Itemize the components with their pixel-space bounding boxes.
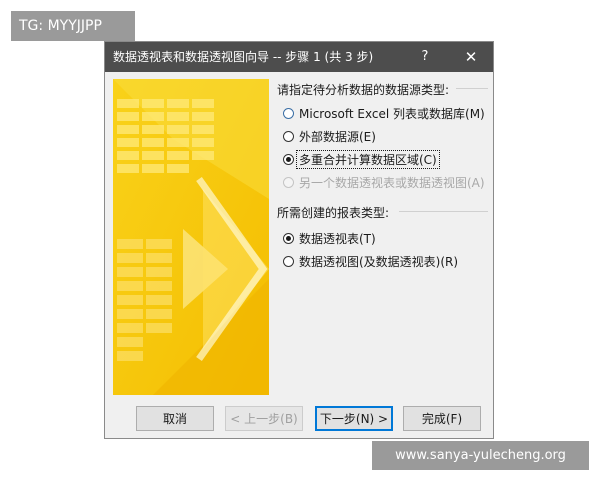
pivot-table-illustration-icon: [113, 79, 269, 395]
source-option-label: 另一个数据透视表或数据透视图(A): [299, 175, 485, 190]
dialog-title: 数据透视表和数据透视图向导 -- 步骤 1 (共 3 步): [113, 50, 374, 64]
source-option-another-pivot: 另一个数据透视表或数据透视图(A): [283, 173, 485, 191]
report-option-pivot-table[interactable]: 数据透视表(T): [283, 229, 376, 247]
report-option-pivot-chart[interactable]: 数据透视图(及数据透视表)(R): [283, 252, 458, 270]
source-section-label: 请指定待分析数据的数据源类型:: [277, 83, 450, 97]
report-option-label: 数据透视表(T): [299, 231, 376, 246]
source-option-label: Microsoft Excel 列表或数据库(M): [299, 106, 485, 121]
source-option-multiple-ranges[interactable]: 多重合并计算数据区域(C): [283, 149, 440, 169]
source-option-label: 多重合并计算数据区域(C): [296, 149, 440, 169]
watermark-top-label: TG: MYYJJPP: [11, 11, 135, 41]
radio-multiple-ranges[interactable]: [283, 153, 294, 165]
report-section-divider: [399, 211, 488, 212]
help-button[interactable]: ?: [414, 42, 436, 72]
report-section-label: 所需创建的报表类型:: [277, 206, 390, 220]
source-section-divider: [456, 88, 488, 89]
radio-external[interactable]: [283, 130, 294, 142]
wizard-illustration: [113, 79, 269, 395]
cancel-button[interactable]: 取消: [136, 406, 214, 431]
pivot-wizard-dialog: 数据透视表和数据透视图向导 -- 步骤 1 (共 3 步) ? ✕ 请指定待分析…: [104, 41, 494, 439]
radio-excel[interactable]: [283, 107, 294, 119]
radio-pivot-chart[interactable]: [283, 255, 294, 267]
source-option-external[interactable]: 外部数据源(E): [283, 127, 376, 145]
source-option-excel[interactable]: Microsoft Excel 列表或数据库(M): [283, 104, 485, 122]
dialog-titlebar[interactable]: 数据透视表和数据透视图向导 -- 步骤 1 (共 3 步) ? ✕: [105, 42, 493, 72]
radio-pivot-table[interactable]: [283, 232, 294, 244]
close-button[interactable]: ✕: [457, 42, 485, 72]
next-button[interactable]: 下一步(N) >: [315, 406, 393, 431]
back-button: < 上一步(B): [225, 406, 303, 431]
radio-another-pivot: [283, 176, 294, 188]
report-option-label: 数据透视图(及数据透视表)(R): [299, 254, 459, 269]
source-option-label: 外部数据源(E): [299, 129, 376, 144]
watermark-bottom-label: www.sanya-yulecheng.org: [372, 441, 589, 470]
finish-button[interactable]: 完成(F): [403, 406, 481, 431]
